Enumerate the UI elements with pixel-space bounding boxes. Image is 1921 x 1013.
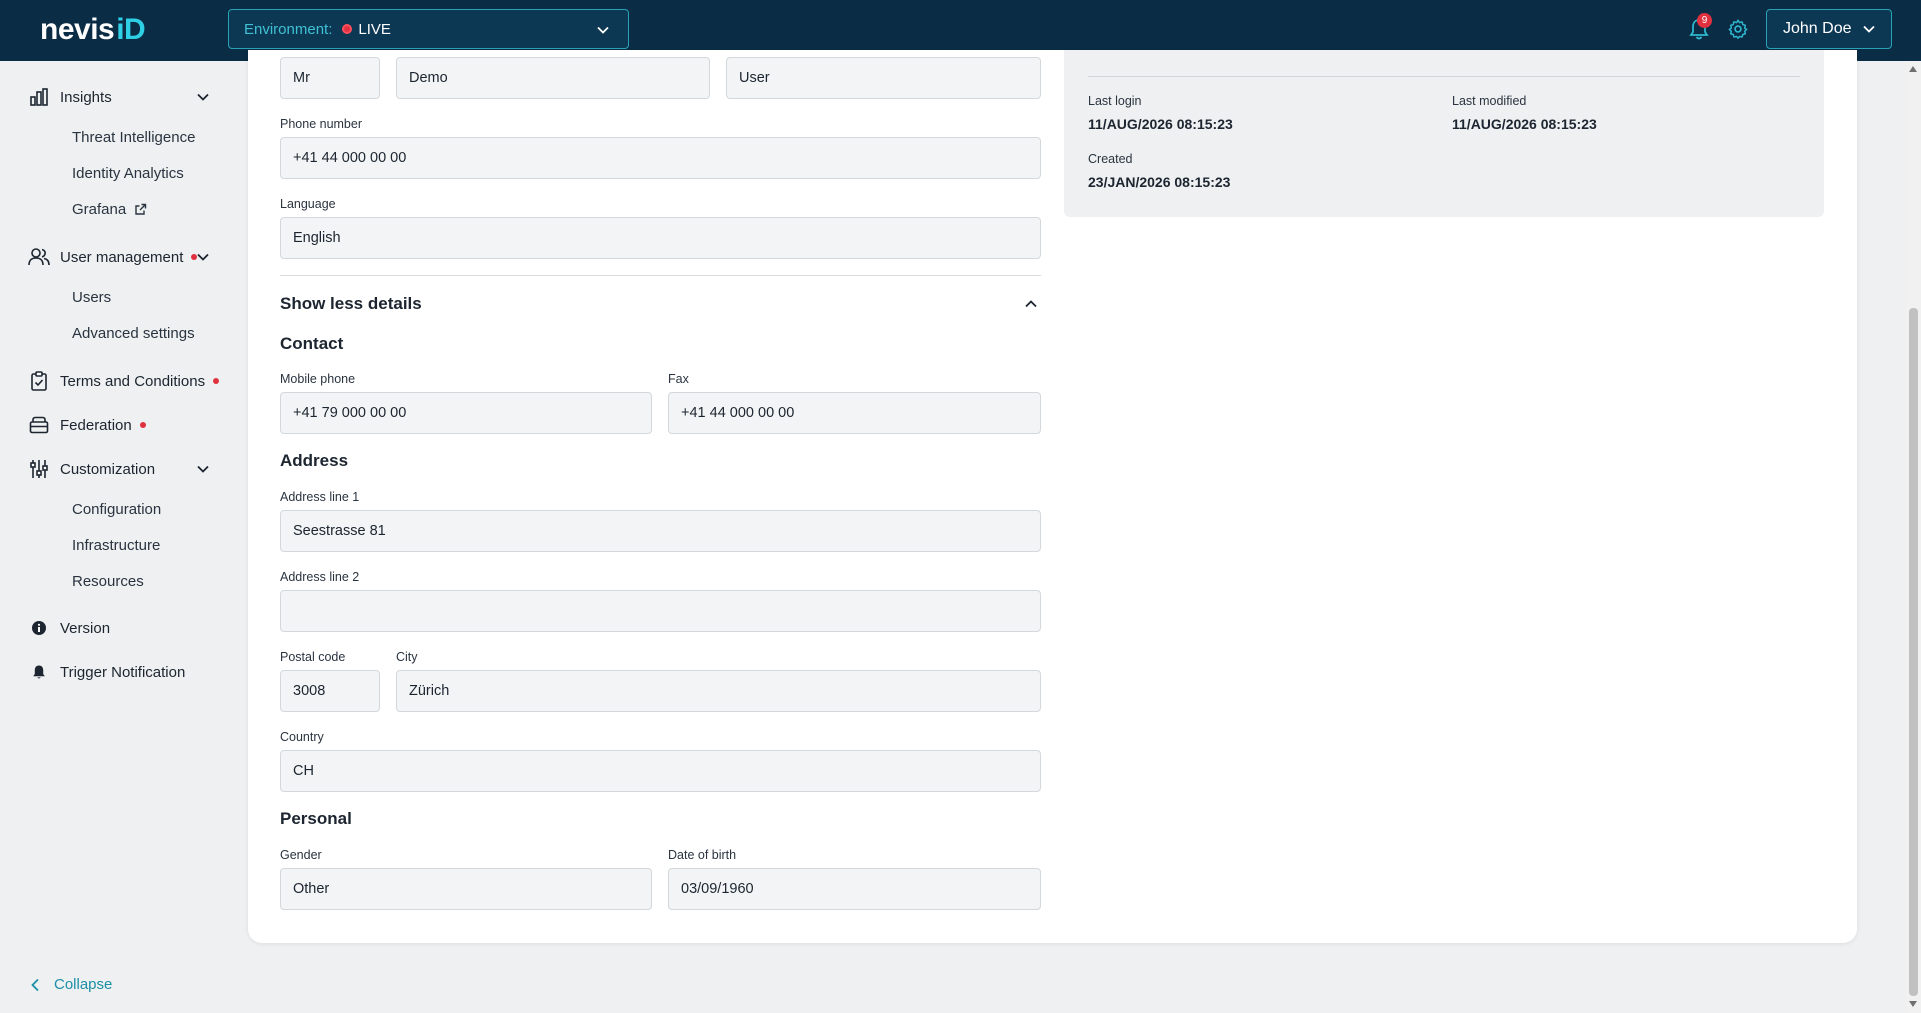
city-field[interactable]: Zürich (396, 670, 1041, 712)
sidebar-item-customization[interactable]: Customization (28, 458, 155, 480)
mobile-field[interactable]: +41 79 000 00 00 (280, 392, 652, 434)
nevis-logo[interactable]: nevis iD (40, 12, 146, 48)
fax-field[interactable]: +41 44 000 00 00 (668, 392, 1041, 434)
sidebar: Insights Threat Intelligence Identity An… (0, 61, 240, 1013)
gear-icon[interactable] (1727, 18, 1749, 40)
address2-field[interactable] (280, 590, 1041, 632)
address-section-title: Address (280, 451, 349, 470)
alert-dot (213, 378, 220, 384)
first-name-field[interactable]: Demo (396, 57, 710, 99)
user-name: John Doe (1783, 20, 1852, 37)
account-info-panel: Last login 11/AUG/2026 08:15:23 Last mod… (1064, 50, 1824, 217)
language-label: Language (280, 197, 336, 211)
users-icon (28, 246, 50, 268)
last-login-label: Last login (1088, 94, 1142, 108)
chevron-left-icon (31, 978, 39, 991)
gender-field[interactable]: Other (280, 868, 652, 910)
address2-label: Address line 2 (280, 570, 360, 584)
created-value: 23/JAN/2026 08:15:23 (1088, 174, 1231, 190)
clipboard-check-icon (28, 370, 50, 392)
scroll-down-arrow[interactable] (1909, 1001, 1917, 1007)
contact-section-title: Contact (280, 334, 344, 353)
postal-code-field[interactable]: 3008 (280, 670, 380, 712)
created-label: Created (1088, 152, 1133, 166)
title-field[interactable]: Mr (280, 57, 380, 99)
sidebar-item-advanced-settings[interactable]: Advanced settings (72, 323, 195, 343)
live-status-dot (342, 24, 353, 34)
postal-code-label: Postal code (280, 650, 346, 664)
address1-field[interactable]: Seestrasse 81 (280, 510, 1041, 552)
last-modified-value: 11/AUG/2026 08:15:23 (1452, 116, 1597, 132)
environment-selector[interactable]: Environment: LIVE (228, 9, 629, 49)
address1-label: Address line 1 (280, 490, 360, 504)
info-icon (28, 617, 50, 639)
external-link-icon (135, 203, 147, 215)
sidebar-item-resources[interactable]: Resources (72, 571, 144, 591)
phone-field[interactable]: +41 44 000 00 00 (280, 137, 1041, 179)
sidebar-item-infrastructure[interactable]: Infrastructure (72, 535, 160, 555)
sidebar-item-grafana[interactable]: Grafana (72, 199, 147, 219)
environment-value: LIVE (358, 20, 391, 38)
sidebar-item-configuration[interactable]: Configuration (72, 499, 161, 519)
phone-label: Phone number (280, 117, 363, 131)
sidebar-item-user-management[interactable]: User management (28, 246, 198, 268)
sidebar-item-federation[interactable]: Federation (28, 414, 146, 436)
dob-label: Date of birth (668, 848, 737, 862)
chevron-down-icon[interactable] (196, 90, 210, 104)
collapse-sidebar-button[interactable]: Collapse (30, 976, 112, 993)
bell-icon (28, 661, 50, 683)
mobile-label: Mobile phone (280, 372, 356, 386)
sidebar-item-identity-analytics[interactable]: Identity Analytics (72, 163, 184, 183)
language-field[interactable]: English (280, 217, 1041, 259)
sliders-icon (28, 458, 50, 480)
fax-label: Fax (668, 372, 689, 386)
scrollbar-thumb[interactable] (1909, 308, 1918, 996)
last-login-value: 11/AUG/2026 08:15:23 (1088, 116, 1233, 132)
chevron-up-icon[interactable] (1024, 297, 1038, 311)
chevron-down-icon[interactable] (196, 250, 210, 264)
section-divider (280, 275, 1041, 276)
chevron-down-icon[interactable] (196, 462, 210, 476)
sidebar-item-version[interactable]: Version (28, 617, 110, 639)
chevron-down-icon (597, 26, 609, 34)
country-label: Country (280, 730, 324, 744)
federation-icon (28, 414, 50, 436)
last-name-field[interactable]: User (726, 57, 1041, 99)
bar-chart-icon (28, 86, 50, 108)
gender-label: Gender (280, 848, 322, 862)
notification-badge: 9 (1697, 13, 1712, 28)
dob-field[interactable]: 03/09/1960 (668, 868, 1041, 910)
toggle-details-button[interactable]: Show less details (280, 294, 422, 314)
sidebar-item-threat-intelligence[interactable]: Threat Intelligence (72, 127, 195, 147)
city-label: City (396, 650, 418, 664)
chevron-down-icon (1862, 25, 1875, 33)
sidebar-item-users[interactable]: Users (72, 287, 111, 307)
sidebar-item-trigger-notification[interactable]: Trigger Notification (28, 661, 185, 683)
last-modified-label: Last modified (1452, 94, 1527, 108)
environment-label: Environment: (244, 20, 333, 38)
scroll-up-arrow[interactable] (1909, 66, 1917, 72)
sidebar-item-terms-and-conditions[interactable]: Terms and Conditions (28, 370, 220, 392)
sidebar-item-insights[interactable]: Insights (28, 86, 112, 108)
info-divider (1088, 76, 1800, 77)
alert-dot (139, 422, 146, 428)
user-menu-button[interactable]: John Doe (1766, 9, 1892, 49)
country-field[interactable]: CH (280, 750, 1041, 792)
personal-section-title: Personal (280, 809, 352, 828)
